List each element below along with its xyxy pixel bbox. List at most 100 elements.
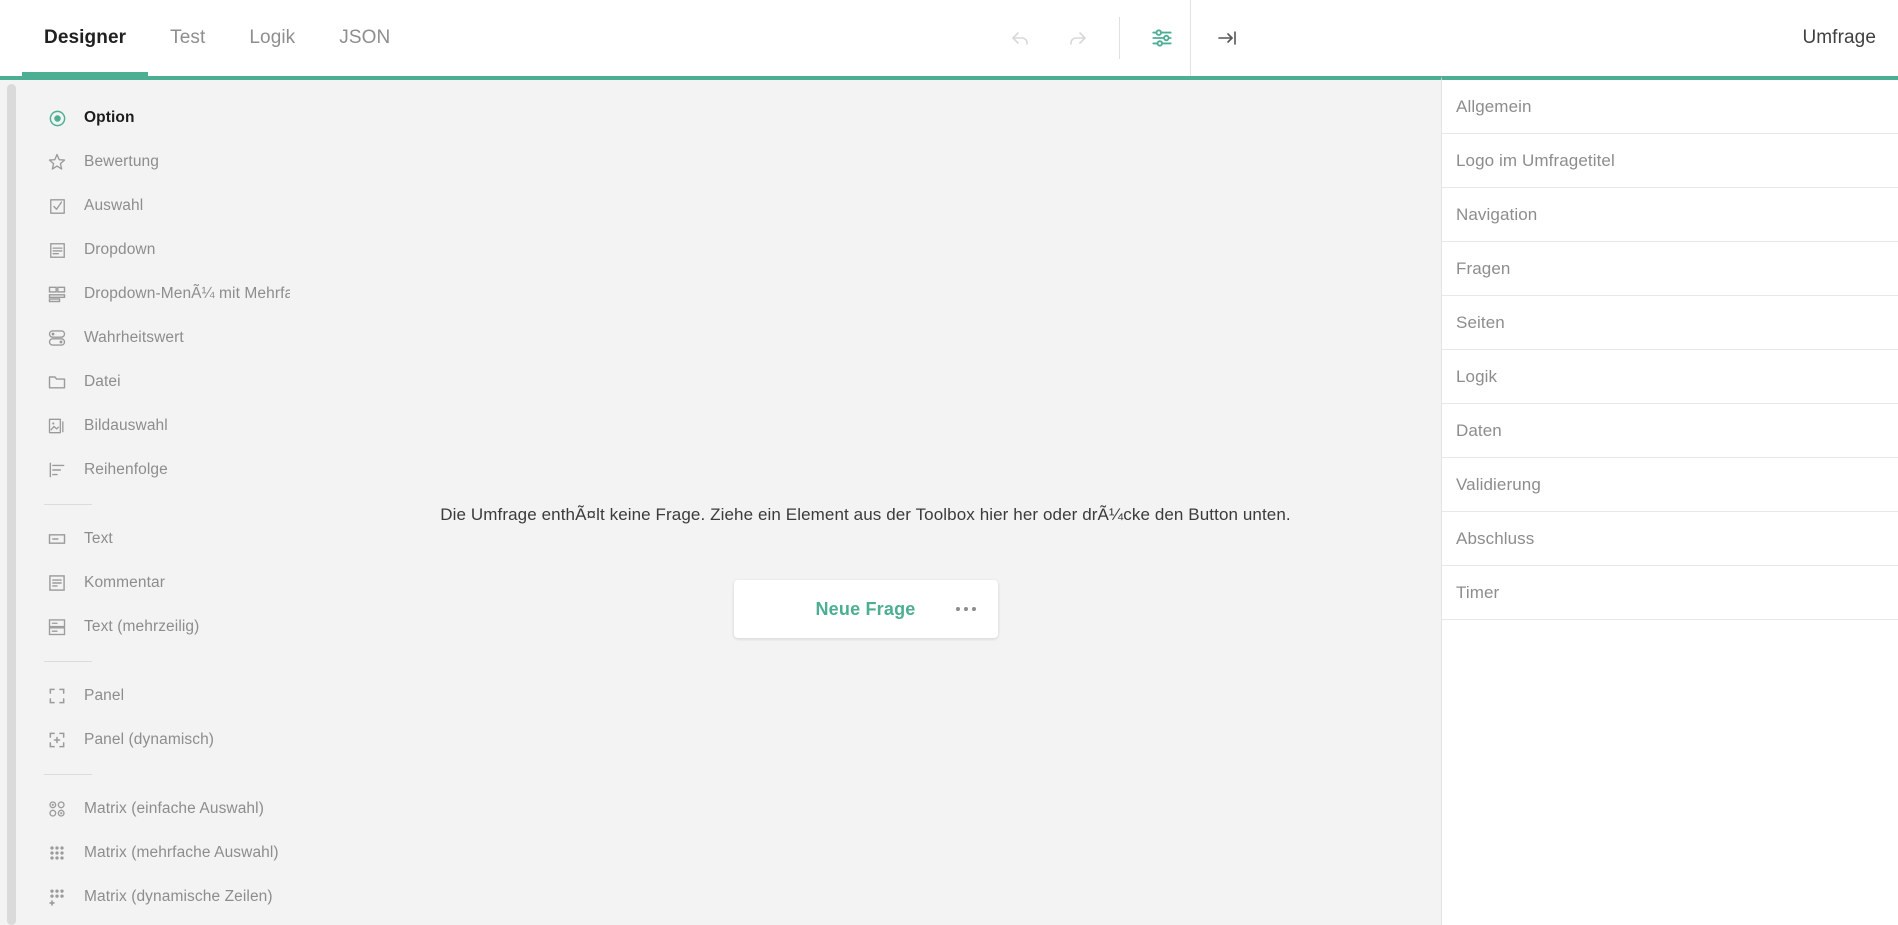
- toolbox-item-panel-dynamisch[interactable]: Panel (dynamisch): [22, 718, 290, 762]
- app-header: Designer Test Logik JSON: [0, 0, 1898, 76]
- matrix-dynamic-icon: [44, 887, 70, 907]
- toolbox-item-kommentar[interactable]: Kommentar: [22, 561, 290, 605]
- header-actions: [993, 0, 1190, 76]
- toolbox-divider: [44, 661, 92, 662]
- star-icon: [44, 152, 70, 172]
- toolbox-item-matrix-einfach[interactable]: Matrix (einfache Auswahl): [22, 787, 290, 831]
- tab-logik[interactable]: Logik: [227, 0, 317, 76]
- image-picker-icon: [44, 416, 70, 436]
- toolbox-divider: [44, 774, 92, 775]
- toggle-icon: [44, 328, 70, 348]
- toolbox-item-label: Option: [84, 109, 135, 127]
- toolbox-item-label: Panel: [84, 687, 124, 705]
- panel-item-label: Logo im Umfragetitel: [1456, 151, 1615, 171]
- toolbox-item-dropdown-multiselect[interactable]: Dropdown-MenÃ¼ mit Mehrfachauswahl: [22, 272, 290, 316]
- toolbox-scrollbar[interactable]: [0, 80, 22, 925]
- panel-item-timer[interactable]: Timer: [1442, 566, 1898, 620]
- panel-item-navigation[interactable]: Navigation: [1442, 188, 1898, 242]
- toolbox-item-label: Panel (dynamisch): [84, 731, 214, 749]
- header-spacer: [412, 0, 993, 76]
- folder-icon: [44, 372, 70, 392]
- collapse-panel-button[interactable]: [1209, 19, 1247, 57]
- panel-item-fragen[interactable]: Fragen: [1442, 242, 1898, 296]
- multiselect-dropdown-icon: [44, 284, 70, 304]
- toolbox-divider: [44, 504, 92, 505]
- settings-button[interactable]: [1134, 0, 1190, 76]
- panel-item-seiten[interactable]: Seiten: [1442, 296, 1898, 350]
- undo-icon: [1009, 26, 1033, 50]
- survey-creator-app: Designer Test Logik JSON: [0, 0, 1898, 925]
- panel-item-label: Timer: [1456, 583, 1499, 603]
- toolbox-item-label: Matrix (einfache Auswahl): [84, 800, 264, 818]
- toolbox-item-label: Dropdown: [84, 241, 155, 259]
- toolbox-item-text-mehrzeilig[interactable]: Text (mehrzeilig): [22, 605, 290, 649]
- panel-item-logik[interactable]: Logik: [1442, 350, 1898, 404]
- panel-item-label: Fragen: [1456, 259, 1510, 279]
- redo-button[interactable]: [1049, 0, 1105, 76]
- app-body: Option Bewertung: [0, 76, 1898, 925]
- toolbox-item-label: Wahrheitswert: [84, 329, 184, 347]
- new-question-button[interactable]: Neue Frage: [734, 580, 998, 638]
- panel-item-allgemein[interactable]: Allgemein: [1442, 80, 1898, 134]
- toolbox-scrollbar-thumb[interactable]: [7, 84, 16, 925]
- toolbox-item-wahrheitswert[interactable]: Wahrheitswert: [22, 316, 290, 360]
- matrix-multiple-icon: [44, 843, 70, 863]
- dropdown-icon: [44, 241, 70, 260]
- toolbox-item-reihenfolge[interactable]: Reihenfolge: [22, 448, 290, 492]
- checkbox-icon: [44, 197, 70, 216]
- toolbox-item-panel[interactable]: Panel: [22, 674, 290, 718]
- toolbox-item-text[interactable]: Text: [22, 517, 290, 561]
- panel-item-validierung[interactable]: Validierung: [1442, 458, 1898, 512]
- tab-json[interactable]: JSON: [317, 0, 412, 76]
- empty-state-message: Die Umfrage enthÃ¤lt keine Frage. Ziehe …: [290, 505, 1441, 525]
- toolbox-item-bewertung[interactable]: Bewertung: [22, 140, 290, 184]
- panel-item-label: Abschluss: [1456, 529, 1534, 549]
- ranking-icon: [44, 460, 70, 480]
- toolbox-item-label: Auswahl: [84, 197, 143, 215]
- header-divider-1: [1119, 17, 1120, 59]
- toolbox-item-datei[interactable]: Datei: [22, 360, 290, 404]
- radio-button-icon: [44, 109, 70, 128]
- panel-item-label: Daten: [1456, 421, 1502, 441]
- comment-icon: [44, 573, 70, 593]
- toolbox-item-label: Matrix (mehrfache Auswahl): [84, 844, 279, 862]
- tab-test-label: Test: [170, 27, 205, 49]
- new-question-label: Neue Frage: [815, 599, 915, 620]
- panel-item-label: Logik: [1456, 367, 1497, 387]
- toolbox-item-label: Bewertung: [84, 153, 159, 171]
- panel-item-logo-im-umfragetitel[interactable]: Logo im Umfragetitel: [1442, 134, 1898, 188]
- toolbox-item-matrix-dynamisch[interactable]: Matrix (dynamische Zeilen): [22, 875, 290, 919]
- panel-item-label: Navigation: [1456, 205, 1537, 225]
- multiple-text-icon: [44, 617, 70, 637]
- toolbox-item-option[interactable]: Option: [22, 96, 290, 140]
- right-panel-title: Umfrage: [1802, 27, 1876, 49]
- toolbox-item-label: Text (mehrzeilig): [84, 618, 199, 636]
- right-panel-header: Umfrage: [1190, 0, 1898, 76]
- sliders-icon: [1149, 25, 1175, 51]
- tab-designer[interactable]: Designer: [22, 0, 148, 76]
- toolbox-item-label: Bildauswahl: [84, 417, 168, 435]
- matrix-single-icon: [44, 799, 70, 819]
- toolbox-item-label: Dropdown-MenÃ¼ mit Mehrfachauswahl: [84, 285, 290, 303]
- toolbox-item-label: Datei: [84, 373, 121, 391]
- tab-bar: Designer Test Logik JSON: [0, 0, 412, 76]
- tab-test[interactable]: Test: [148, 0, 227, 76]
- toolbox-item-bildauswahl[interactable]: Bildauswahl: [22, 404, 290, 448]
- ellipsis-icon-dot: [956, 607, 960, 611]
- toolbox-item-matrix-mehrfach[interactable]: Matrix (mehrfache Auswahl): [22, 831, 290, 875]
- new-question-menu-button[interactable]: [956, 607, 976, 611]
- designer-surface[interactable]: Die Umfrage enthÃ¤lt keine Frage. Ziehe …: [290, 80, 1441, 925]
- undo-button[interactable]: [993, 0, 1049, 76]
- toolbox-item-label: Text: [84, 530, 113, 548]
- panel-item-label: Allgemein: [1456, 97, 1532, 117]
- ellipsis-icon-dot: [964, 607, 968, 611]
- toolbox-item-auswahl[interactable]: Auswahl: [22, 184, 290, 228]
- toolbox-item-label: Matrix (dynamische Zeilen): [84, 888, 273, 906]
- panel-icon: [44, 686, 70, 706]
- text-input-icon: [44, 529, 70, 549]
- toolbox-item-dropdown[interactable]: Dropdown: [22, 228, 290, 272]
- tab-json-label: JSON: [339, 27, 390, 49]
- panel-item-abschluss[interactable]: Abschluss: [1442, 512, 1898, 566]
- toolbox-item-label: Reihenfolge: [84, 461, 168, 479]
- panel-item-daten[interactable]: Daten: [1442, 404, 1898, 458]
